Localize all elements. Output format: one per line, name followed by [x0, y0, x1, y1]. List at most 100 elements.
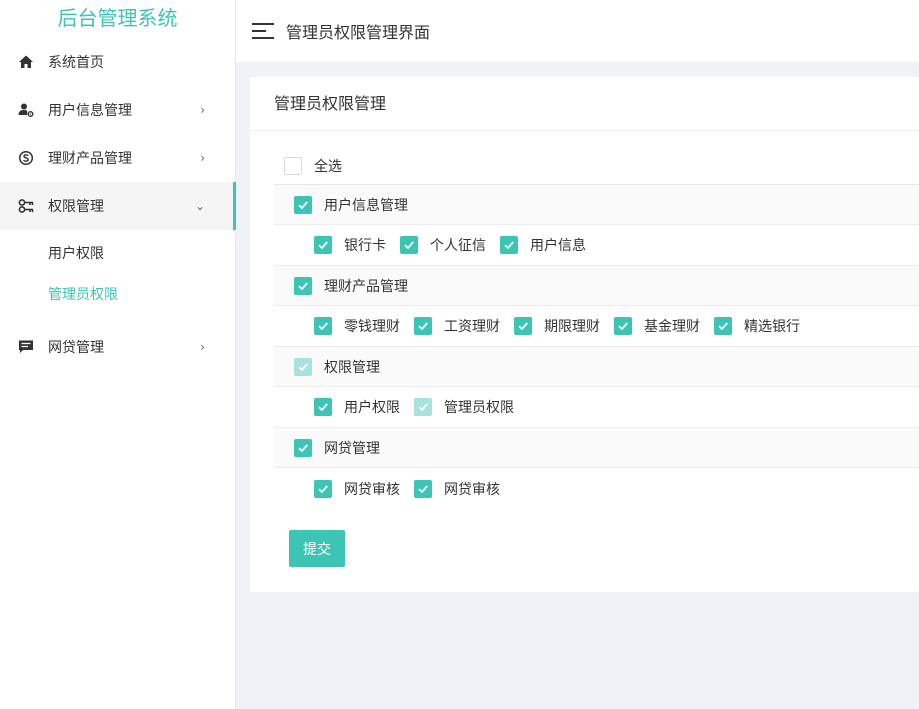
sidebar-item-label: 用户信息管理	[48, 103, 132, 119]
check-icon	[518, 322, 528, 331]
permission-tree: 全选 用户信息管理 银行卡 个人征信 用户信息理财产品管理零钱理财 工资理财 期限理财 基金…	[274, 147, 919, 509]
child-checkbox[interactable]: 银行卡	[314, 235, 386, 255]
checkbox-label: 基金理财	[644, 319, 700, 335]
group-checkbox[interactable]: 用户信息管理	[294, 195, 408, 215]
check-icon	[298, 281, 308, 290]
user-settings-icon	[18, 102, 34, 118]
checkbox-label: 零钱理财	[344, 319, 400, 335]
group-checkbox[interactable]: 理财产品管理	[294, 276, 408, 296]
sidebar-item-home[interactable]: 系统首页	[0, 38, 235, 86]
checkbox-label: 用户信息管理	[324, 197, 408, 214]
check-icon	[298, 443, 308, 452]
checkbox-box	[294, 195, 312, 214]
select-all-checkbox[interactable]: 全选	[284, 156, 342, 176]
checkbox-box	[284, 156, 302, 175]
child-checkbox[interactable]: 基金理财	[614, 316, 700, 336]
check-icon	[504, 241, 514, 250]
sidebar-subitem-admin-permission[interactable]: 管理员权限	[0, 275, 235, 316]
sidebar-item-label: 权限管理	[48, 199, 104, 215]
checkbox-box	[294, 276, 312, 295]
child-checkbox[interactable]: 管理员权限	[414, 397, 514, 417]
child-checkbox[interactable]: 网贷审核	[314, 479, 400, 499]
permission-groups: 用户信息管理 银行卡 个人征信 用户信息理财产品管理零钱理财 工资理财 期限理财 基金理财 精…	[274, 185, 919, 509]
sidebar-item-finance[interactable]: 理财产品管理 ›	[0, 134, 235, 182]
sidebar-submenu-permission: 用户权限 管理员权限	[0, 230, 235, 323]
group-checkbox[interactable]: 权限管理	[294, 357, 380, 377]
chevron-right-icon: ›	[200, 340, 205, 354]
child-checkbox[interactable]: 用户信息	[500, 235, 586, 255]
permission-group-row: 理财产品管理	[274, 266, 919, 306]
child-checkbox[interactable]: 个人征信	[400, 235, 486, 255]
checkbox-label: 用户信息	[530, 238, 586, 254]
child-checkbox[interactable]: 工资理财	[414, 316, 500, 336]
permission-children-row: 网贷审核 网贷审核	[274, 468, 919, 509]
check-icon	[298, 362, 308, 371]
checkbox-label: 网贷审核	[344, 481, 400, 498]
checkbox-box	[314, 398, 332, 416]
sidebar-item-label: 理财产品管理	[48, 151, 132, 167]
check-icon	[298, 200, 308, 209]
check-icon	[418, 484, 428, 493]
key-icon	[18, 198, 34, 214]
checkbox-label: 工资理财	[444, 319, 500, 335]
sidebar-item-label: 系统首页	[48, 55, 104, 71]
permission-group-row: 网贷管理	[274, 428, 919, 468]
submit-button[interactable]: 提交	[289, 530, 345, 567]
check-icon	[418, 322, 428, 331]
message-icon	[18, 339, 34, 355]
checkbox-label: 网贷审核	[444, 481, 500, 498]
permission-group-row: 用户信息管理	[274, 185, 919, 225]
check-icon	[318, 241, 328, 250]
checkbox-box	[500, 236, 518, 254]
child-checkbox[interactable]: 网贷审核	[414, 479, 500, 499]
sidebar-item-label: 网贷管理	[48, 340, 104, 356]
chevron-down-icon: ⌄	[194, 199, 205, 213]
menu-toggle-icon[interactable]	[252, 23, 274, 39]
checkbox-box	[514, 317, 532, 335]
select-all-row: 全选	[274, 147, 919, 185]
child-checkbox[interactable]: 期限理财	[514, 316, 600, 336]
permission-group-row: 权限管理	[274, 347, 919, 387]
checkbox-label: 管理员权限	[444, 400, 514, 416]
checkbox-label: 银行卡	[344, 238, 386, 254]
checkbox-box	[294, 438, 312, 457]
sidebar-item-permission[interactable]: 权限管理 ⌄	[0, 182, 236, 230]
child-checkbox[interactable]: 精选银行	[714, 316, 800, 336]
check-icon	[404, 241, 414, 250]
chevron-right-icon: ›	[200, 103, 205, 117]
checkbox-label: 权限管理	[324, 359, 380, 376]
app-title: 后台管理系统	[57, 6, 178, 30]
checkbox-label: 个人征信	[430, 238, 486, 254]
checkbox-box	[400, 236, 418, 254]
sidebar-subitem-user-permission[interactable]: 用户权限	[0, 234, 235, 275]
checkbox-label: 全选	[314, 158, 342, 175]
checkbox-label: 用户权限	[344, 400, 400, 416]
checkbox-box	[714, 317, 732, 335]
checkbox-box	[294, 357, 312, 376]
sidebar-item-loan[interactable]: 网贷管理 ›	[0, 323, 235, 371]
child-checkbox[interactable]: 用户权限	[314, 397, 400, 417]
permission-children-row: 银行卡 个人征信 用户信息	[274, 225, 919, 266]
skype-like-icon	[18, 150, 34, 166]
chevron-right-icon: ›	[200, 151, 205, 165]
check-icon	[318, 322, 328, 331]
checkbox-box	[414, 479, 432, 498]
check-icon	[618, 322, 628, 331]
checkbox-box	[314, 479, 332, 498]
checkbox-box	[314, 236, 332, 254]
home-icon	[18, 54, 34, 70]
check-icon	[418, 403, 428, 412]
group-checkbox[interactable]: 网贷管理	[294, 438, 380, 458]
checkbox-box	[614, 317, 632, 335]
checkbox-label: 网贷管理	[324, 440, 380, 457]
checkbox-label: 精选银行	[744, 319, 800, 335]
check-icon	[718, 322, 728, 331]
checkbox-label: 理财产品管理	[324, 278, 408, 295]
page-title: 管理员权限管理界面	[286, 23, 431, 42]
permission-children-row: 用户权限 管理员权限	[274, 387, 919, 428]
checkbox-box	[414, 317, 432, 335]
permission-children-row: 零钱理财 工资理财 期限理财 基金理财 精选银行	[274, 306, 919, 347]
sidebar-item-user-info[interactable]: 用户信息管理 ›	[0, 86, 235, 134]
checkbox-label: 期限理财	[544, 319, 600, 335]
child-checkbox[interactable]: 零钱理财	[314, 316, 400, 336]
